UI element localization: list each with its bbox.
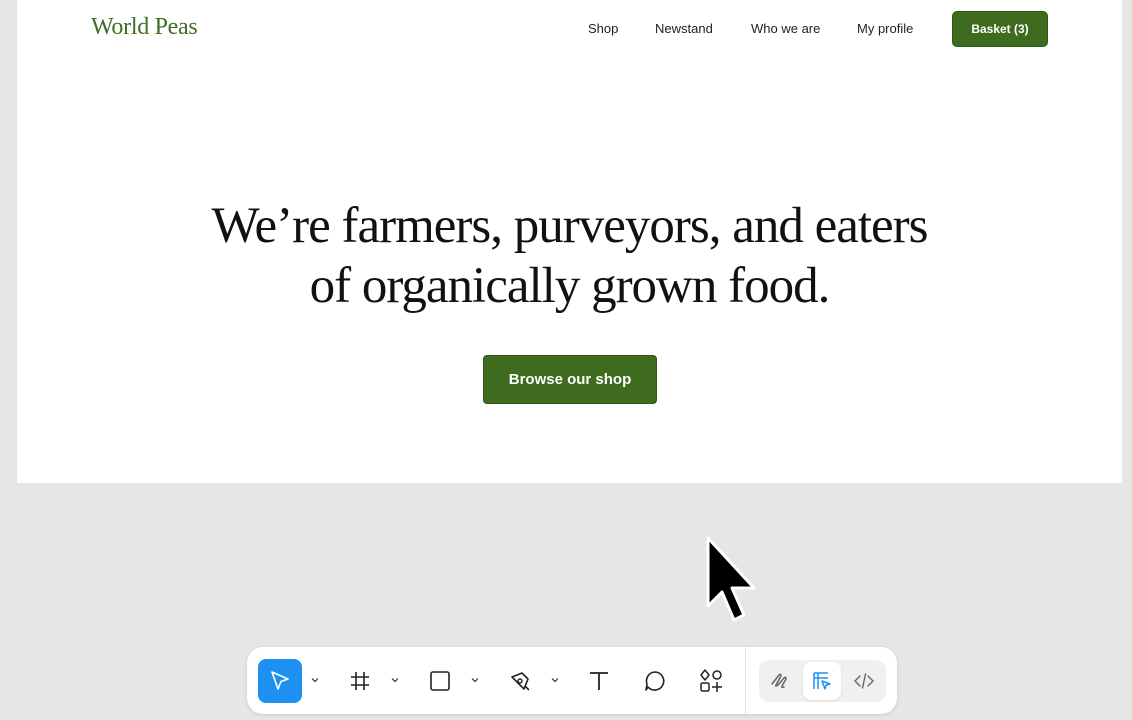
dev-mode-icon	[854, 673, 874, 689]
nav-who-we-are[interactable]: Who we are	[751, 21, 820, 36]
components-tool[interactable]	[689, 659, 733, 703]
frame-icon	[351, 672, 369, 690]
pen-icon	[511, 672, 530, 691]
chevron-down-icon[interactable]	[550, 675, 560, 685]
design-mode-button[interactable]	[803, 662, 841, 700]
comment-tool[interactable]	[633, 659, 677, 703]
design-mode-icon	[813, 672, 831, 690]
chevron-down-icon[interactable]	[310, 675, 320, 685]
design-toolbar	[247, 647, 897, 714]
nav-my-profile[interactable]: My profile	[857, 21, 913, 36]
basket-button[interactable]: Basket (3)	[952, 11, 1048, 47]
draw-mode-button[interactable]	[761, 662, 799, 700]
comment-icon	[645, 671, 665, 691]
mode-switcher	[759, 660, 886, 702]
rectangle-tool[interactable]	[418, 659, 462, 703]
hero-headline-line-2: of organically grown food.	[309, 258, 831, 314]
hero-headline-line-1: We’re farmers, purveyors, and eaters	[211, 198, 928, 254]
move-tool[interactable]	[258, 659, 302, 703]
nav-newstand[interactable]: Newstand	[655, 21, 713, 36]
text-tool[interactable]	[577, 659, 621, 703]
rectangle-icon	[430, 671, 450, 691]
draw-mode-icon	[771, 673, 787, 689]
site-logo[interactable]: World Peas	[91, 14, 198, 41]
browse-shop-button[interactable]: Browse our shop	[483, 355, 657, 404]
nav-shop[interactable]: Shop	[588, 21, 618, 36]
dev-mode-button[interactable]	[845, 662, 883, 700]
text-icon	[590, 672, 608, 690]
components-icon	[700, 669, 722, 692]
toolbar-divider	[745, 647, 746, 714]
canvas-frame[interactable]: World Peas Shop Newstand Who we are My p…	[17, 0, 1122, 483]
mouse-cursor-icon	[706, 536, 756, 622]
chevron-down-icon[interactable]	[390, 675, 400, 685]
frame-tool[interactable]	[338, 659, 382, 703]
chevron-down-icon[interactable]	[470, 675, 480, 685]
pen-tool[interactable]	[498, 659, 542, 703]
hero-headline: We’re farmers, purveyors, and eaters of …	[17, 196, 1122, 316]
move-pointer-icon	[271, 671, 289, 690]
